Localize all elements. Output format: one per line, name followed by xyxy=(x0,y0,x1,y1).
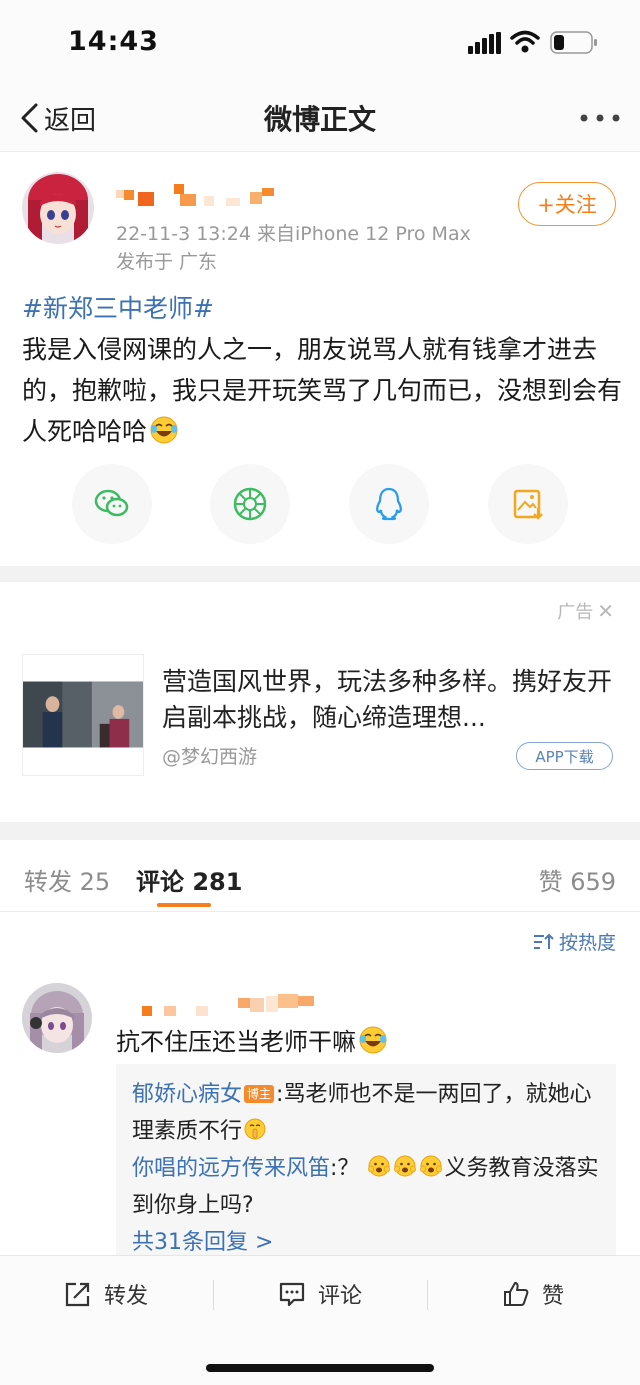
comment-icon xyxy=(279,1282,305,1307)
reply-author[interactable]: 郁娇心病女 xyxy=(132,1082,242,1107)
share-moments-button[interactable] xyxy=(210,464,290,544)
reply-item: 你唱的远方传来风笛:？ 义务教育没落实到你身上吗? xyxy=(132,1150,600,1224)
post-body: #新郑三中老师# 我是入侵网课的人之一，朋友说骂人就有钱拿才进去的，抱歉啦，我只… xyxy=(22,288,622,452)
nav-bar: 返回 微博正文 xyxy=(0,84,640,152)
share-save-image-button[interactable] xyxy=(488,464,568,544)
like-label: 赞 xyxy=(542,1284,565,1309)
post-location: 发布于 广东 xyxy=(116,251,218,273)
tab-comments[interactable]: 评论 281 xyxy=(136,862,242,897)
divider xyxy=(213,1280,214,1310)
reply-item: 郁娇心病女 博主:骂老师也不是一两回了，就她心理素质不行 xyxy=(132,1076,600,1150)
username-mosaic[interactable] xyxy=(116,184,276,206)
thumbs-up-icon xyxy=(504,1282,529,1306)
blogger-badge: 博主 xyxy=(244,1085,275,1103)
save-image-icon xyxy=(513,489,543,520)
moments-icon xyxy=(233,487,267,521)
comment-body: 抗不住压还当老师干嘛 xyxy=(116,1028,356,1056)
back-button[interactable]: 返回 xyxy=(18,98,96,138)
post-card: +关注 22-11-3 13:24 来自iPhone 12 Pro Max 发布… xyxy=(0,152,640,566)
laugh-cry-emoji-icon xyxy=(150,416,178,444)
home-indicator xyxy=(206,1364,434,1372)
share-row xyxy=(0,464,640,544)
scared-emoji-icon xyxy=(368,1155,391,1177)
post-text: 我是入侵网课的人之一，朋友说骂人就有钱拿才进去的，抱歉啦，我只是开玩笑骂了几句而… xyxy=(22,335,623,446)
reply-author[interactable]: 你唱的远方传来风笛 xyxy=(132,1156,330,1181)
repost-label: 转发 xyxy=(104,1284,149,1309)
section-divider xyxy=(0,566,640,582)
commenter-avatar[interactable] xyxy=(22,983,92,1053)
comment-tabs: 转发 25 评论 281 赞 659 xyxy=(0,840,640,912)
ad-label[interactable]: 广告 ✕ xyxy=(557,598,614,624)
post-timestamp-source: 22-11-3 13:24 来自iPhone 12 Pro Max xyxy=(116,223,471,245)
battery-icon xyxy=(550,31,597,54)
back-label: 返回 xyxy=(44,105,97,136)
ad-source[interactable]: @梦幻西游 xyxy=(162,742,257,769)
wechat-icon xyxy=(94,489,129,517)
divider xyxy=(427,1280,428,1310)
sort-by-hot-button[interactable]: 按热度 xyxy=(533,928,616,955)
active-tab-indicator xyxy=(157,903,211,907)
commenter-name-mosaic[interactable] xyxy=(116,994,316,1016)
sort-icon xyxy=(533,933,554,949)
scared-emoji-icon xyxy=(394,1155,417,1177)
scared-emoji-icon xyxy=(420,1155,443,1177)
like-button[interactable]: 赞 xyxy=(502,1278,564,1310)
share-wechat-button[interactable] xyxy=(72,464,152,544)
tab-reposts[interactable]: 转发 25 xyxy=(24,862,110,897)
status-bar: 14:43 xyxy=(0,0,640,84)
comment-button[interactable]: 评论 xyxy=(278,1278,362,1310)
ad-card[interactable]: 广告 ✕ 营造国风世界，玩法多种多样。携好友开启副本挑战，随心缔造理想... @… xyxy=(0,582,640,822)
tab-likes[interactable]: 赞 659 xyxy=(539,862,616,897)
section-divider xyxy=(0,822,640,840)
avatar[interactable] xyxy=(22,172,94,244)
app-download-button[interactable]: APP下载 xyxy=(516,742,613,770)
wifi-icon xyxy=(510,30,540,53)
follow-button[interactable]: +关注 xyxy=(518,182,616,226)
laugh-cry-emoji-icon xyxy=(359,1026,387,1054)
ad-thumbnail[interactable] xyxy=(22,654,144,776)
ad-text: 营造国风世界，玩法多种多样。携好友开启副本挑战，随心缔造理想... xyxy=(162,667,613,732)
cellular-signal-icon xyxy=(468,32,501,54)
qq-icon xyxy=(376,487,402,521)
chevron-left-icon xyxy=(21,103,38,133)
bottom-action-bar: 转发 评论 赞 xyxy=(0,1255,640,1385)
reply-prefix: :？ xyxy=(330,1156,360,1181)
shush-emoji-icon xyxy=(244,1118,266,1140)
repost-icon xyxy=(65,1282,90,1307)
close-icon[interactable]: ✕ xyxy=(597,599,614,623)
repost-button[interactable]: 转发 xyxy=(64,1278,148,1310)
replies-box[interactable]: 郁娇心病女 博主:骂老师也不是一两回了，就她心理素质不行 你唱的远方传来风笛:？ … xyxy=(116,1064,616,1259)
share-qq-button[interactable] xyxy=(349,464,429,544)
status-time: 14:43 xyxy=(68,26,159,57)
more-options-icon[interactable] xyxy=(578,106,622,130)
comment-text: 抗不住压还当老师干嘛 xyxy=(116,1022,388,1057)
comment-label: 评论 xyxy=(318,1284,363,1309)
topic-link[interactable]: #新郑三中老师# xyxy=(22,294,214,323)
sort-label: 按热度 xyxy=(558,932,616,954)
ad-label-text: 广告 xyxy=(557,602,594,623)
